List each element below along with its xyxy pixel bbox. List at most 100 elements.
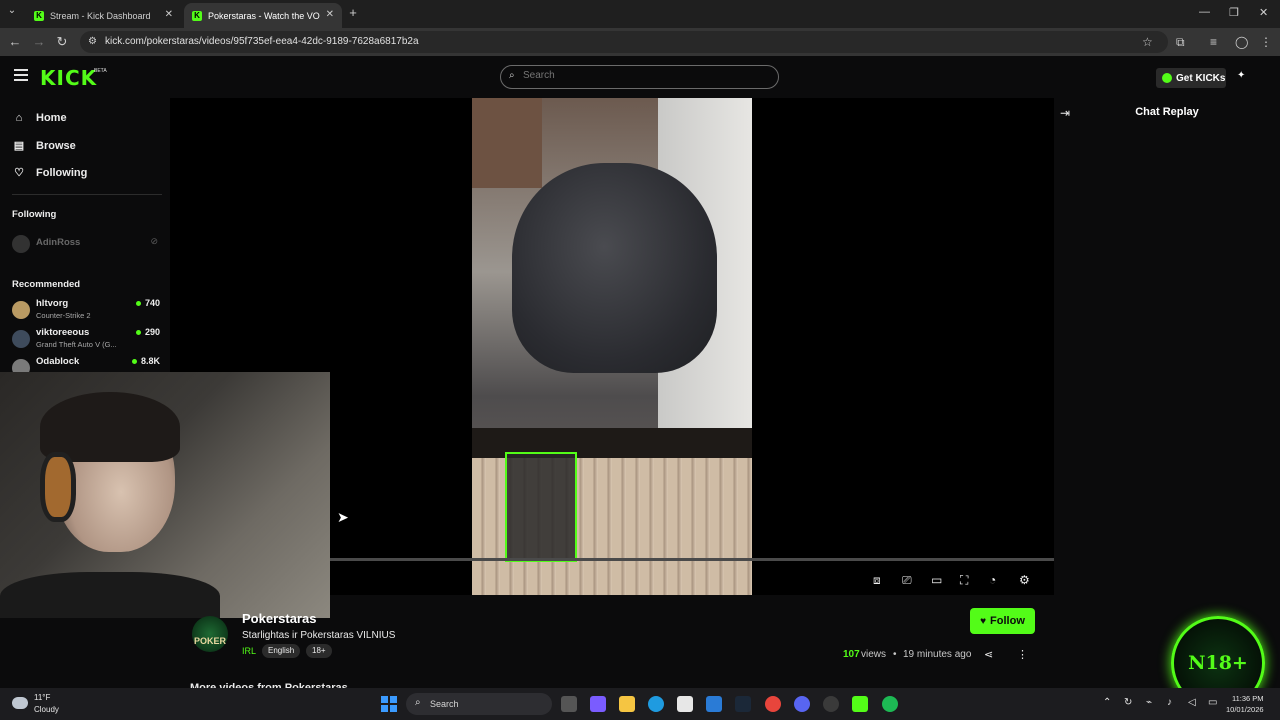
- search-box[interactable]: ⌕: [500, 65, 779, 89]
- chrome-icon[interactable]: [765, 696, 781, 712]
- recommended-channel-odablock[interactable]: Odablock 8.8K: [12, 356, 160, 372]
- taskbar: 11°F Cloudy ⌕ Search ⌃ ↻ ⌁ ♪ ◁ ▭ 11:36 P…: [0, 688, 1280, 720]
- microphone-icon[interactable]: ♪: [1167, 697, 1172, 708]
- network-icon[interactable]: ⌁: [1146, 697, 1152, 708]
- sidebar-item-label: Following: [36, 166, 88, 179]
- webcam-overlay: [0, 372, 330, 618]
- extensions-icon[interactable]: ⧉: [1176, 35, 1185, 50]
- chat-panel: Chat Replay ⇥: [1054, 98, 1280, 698]
- obs-icon[interactable]: [823, 696, 839, 712]
- kick-logo[interactable]: KICK: [40, 66, 97, 90]
- steam-icon[interactable]: [735, 696, 751, 712]
- clip-icon[interactable]: ⎚: [902, 573, 912, 588]
- weather-description[interactable]: Cloudy: [34, 705, 59, 714]
- tab-pokerstaras-vod[interactable]: K Pokerstaras - Watch the VOD o ✕: [184, 3, 342, 28]
- kick-app-icon[interactable]: [852, 696, 868, 712]
- new-tab-icon[interactable]: +: [345, 5, 361, 20]
- sidebar-item-label: Home: [36, 112, 67, 124]
- forward-icon[interactable]: →: [31, 34, 47, 49]
- bookmark-star-icon[interactable]: ☆: [1142, 35, 1153, 49]
- edge-icon[interactable]: [648, 696, 664, 712]
- tray-chevron-icon[interactable]: ⌃: [1103, 697, 1111, 708]
- settings-gear-icon[interactable]: ⚙: [1019, 573, 1030, 587]
- channel-name[interactable]: Pokerstaras: [242, 611, 316, 626]
- kick-favicon-icon: K: [192, 10, 202, 21]
- profile-icon[interactable]: ◯: [1235, 35, 1248, 49]
- taskbar-search-label: Search: [430, 699, 459, 709]
- taskbar-search[interactable]: ⌕ Search: [406, 693, 552, 715]
- window-close-icon[interactable]: ✕: [1259, 6, 1268, 19]
- discord-icon[interactable]: [794, 696, 810, 712]
- minimize-icon[interactable]: —: [1199, 6, 1210, 18]
- share-icon[interactable]: ⋖: [984, 648, 993, 661]
- channel-avatar[interactable]: POKER: [192, 616, 228, 652]
- viewer-count: 740: [136, 298, 160, 308]
- browse-icon: ▤: [13, 140, 25, 152]
- chat-title: Chat Replay: [1135, 106, 1199, 118]
- weather-temperature[interactable]: 11°F: [34, 693, 50, 702]
- mail-icon[interactable]: [706, 696, 722, 712]
- spotify-icon[interactable]: [882, 696, 898, 712]
- views-label: views: [861, 649, 887, 660]
- sidebar-divider: [12, 194, 162, 195]
- volume-icon[interactable]: ◁: [1188, 697, 1196, 708]
- menu-icon[interactable]: [14, 69, 28, 81]
- viewer-count: 290: [136, 327, 160, 337]
- tab-kick-dashboard[interactable]: K Stream - Kick Dashboard ✕: [26, 3, 181, 28]
- channel-name: hltvorg: [36, 298, 69, 309]
- video-door-shape: [472, 98, 542, 188]
- user-menu-icon[interactable]: ✦: [1237, 70, 1245, 81]
- following-channel-adinross[interactable]: AdinRoss ⊘: [12, 232, 160, 258]
- recommended-section-title: Recommended: [12, 279, 81, 290]
- collapse-chat-icon[interactable]: ⇥: [1060, 106, 1070, 120]
- get-kicks-button[interactable]: Get KICKs: [1156, 68, 1226, 88]
- avatar: [12, 330, 30, 348]
- viewer-count: 8.8K: [132, 356, 160, 366]
- sidebar-item-browse[interactable]: ▤ Browse: [12, 139, 76, 153]
- search-input[interactable]: [523, 70, 763, 81]
- start-button[interactable]: [381, 696, 397, 712]
- clock-time[interactable]: 11:36 PM: [1232, 694, 1264, 703]
- close-icon[interactable]: ✕: [326, 9, 334, 20]
- close-icon[interactable]: ✕: [165, 9, 173, 20]
- browser-menu-icon[interactable]: ⋮: [1260, 35, 1272, 49]
- browser-address-bar: ← → ↻ ⚙ kick.com/pokerstaras/videos/95f7…: [0, 28, 1280, 56]
- back-icon[interactable]: ←: [7, 34, 23, 49]
- avatar: [12, 301, 30, 319]
- tab-search-chevron-icon[interactable]: ⌄: [4, 5, 20, 16]
- recommended-channel-viktoreeous[interactable]: viktoreeous Grand Theft Auto V (G... 290: [12, 327, 160, 353]
- file-explorer-icon[interactable]: [619, 696, 635, 712]
- clock-date[interactable]: 10/01/2026: [1226, 705, 1264, 714]
- more-options-icon[interactable]: ⋮: [1017, 648, 1028, 661]
- store-icon[interactable]: [677, 696, 693, 712]
- url-text[interactable]: kick.com/pokerstaras/videos/95f735ef-eea…: [105, 36, 419, 47]
- sidebar-item-home[interactable]: ⌂ Home: [12, 112, 67, 124]
- site-info-icon[interactable]: ⚙: [88, 36, 97, 47]
- battery-icon[interactable]: ▭: [1208, 697, 1217, 708]
- beta-badge: BETA: [94, 68, 107, 74]
- reload-icon[interactable]: ↻: [54, 34, 70, 50]
- progress-bar[interactable]: [330, 558, 1054, 561]
- mouse-cursor-icon: ➤: [337, 509, 349, 525]
- category-link[interactable]: IRL: [242, 646, 256, 656]
- mini-player-icon[interactable]: ⧈: [873, 573, 881, 588]
- cloud-icon[interactable]: [12, 697, 28, 709]
- search-icon: ⌕: [415, 697, 421, 708]
- fullscreen-icon[interactable]: ⛶: [960, 573, 968, 588]
- recommended-channel-hltvorg[interactable]: hltvorg Counter-Strike 2 740: [12, 298, 160, 324]
- task-view-icon[interactable]: [561, 696, 577, 712]
- media-controls-icon[interactable]: ≡: [1210, 35, 1217, 49]
- tag-mature[interactable]: 18+: [306, 644, 332, 658]
- offline-icon: ⊘: [150, 236, 158, 246]
- follow-button[interactable]: ♥ Follow: [970, 608, 1035, 634]
- copilot-icon[interactable]: [590, 696, 606, 712]
- url-bar[interactable]: ⚙ kick.com/pokerstaras/videos/95f735ef-e…: [80, 31, 1168, 53]
- tab-title: Stream - Kick Dashboard: [50, 10, 151, 21]
- restore-icon[interactable]: ❐: [1229, 6, 1239, 19]
- sync-icon[interactable]: ↻: [1124, 697, 1132, 708]
- playback-speed-icon[interactable]: ◔: [989, 573, 996, 587]
- time-ago: 19 minutes ago: [903, 649, 972, 660]
- tag-language[interactable]: English: [262, 644, 301, 658]
- sidebar-item-following[interactable]: ♡ Following: [12, 166, 88, 180]
- theater-mode-icon[interactable]: ▭: [931, 573, 942, 587]
